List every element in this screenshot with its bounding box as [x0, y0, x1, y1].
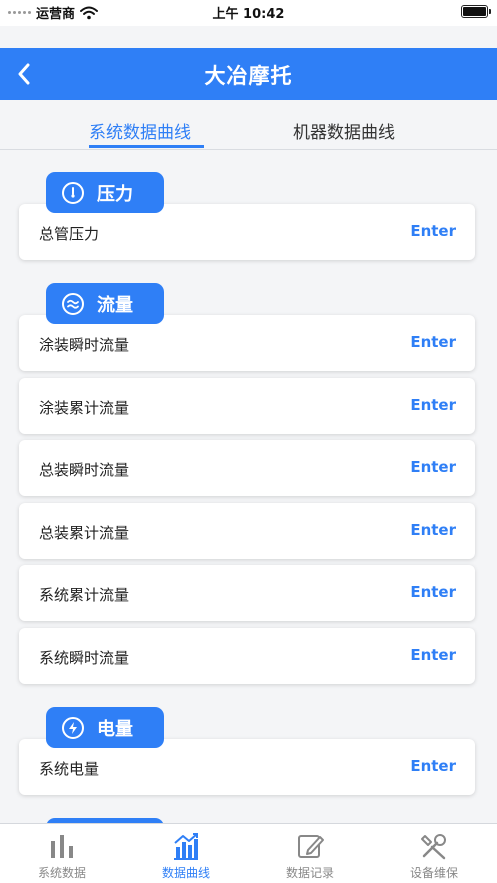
list-item-label: 总装瞬时流量	[39, 461, 130, 479]
list-item-label: 总管压力	[39, 225, 100, 243]
section-header-flow: 流量	[46, 283, 164, 324]
segment-tabs: 系统数据曲线 机器数据曲线	[0, 100, 497, 150]
enter-link[interactable]: Enter	[410, 396, 456, 414]
section-title: 流量	[97, 294, 133, 316]
section-list[interactable]: 压力 总管压力 Enter 流量 涂装瞬时流量 Enter 涂装累计流量 Ent…	[0, 151, 497, 823]
section-header-next	[46, 818, 164, 823]
enter-link[interactable]: Enter	[410, 222, 456, 240]
tabbar-label: 系统数据	[37, 866, 86, 880]
status-time: 上午 10:42	[212, 7, 285, 22]
enter-link[interactable]: Enter	[410, 521, 456, 539]
list-item-label: 系统累计流量	[39, 586, 130, 604]
tab-system-curve[interactable]: 系统数据曲线	[89, 118, 191, 143]
flow-wave-icon	[62, 292, 84, 315]
active-tab-indicator	[89, 145, 204, 148]
status-bar: 运营商 上午 10:42	[0, 0, 497, 26]
tabbar-item-system-data[interactable]: 系统数据	[0, 824, 124, 883]
list-item-label: 系统电量	[39, 760, 100, 778]
list-item-label: 总装累计流量	[39, 524, 130, 542]
lightning-icon	[62, 716, 84, 739]
list-item-assembly-cumulative-flow[interactable]: 总装累计流量 Enter	[19, 503, 475, 559]
tabbar-item-data-record[interactable]: 数据记录	[248, 824, 372, 883]
tools-icon	[421, 834, 446, 860]
tabbar-item-equipment-maintenance[interactable]: 设备维保	[372, 824, 496, 883]
section-title: 压力	[97, 183, 133, 205]
enter-link[interactable]: Enter	[410, 333, 456, 351]
list-item-label: 涂装累计流量	[39, 399, 130, 417]
enter-link[interactable]: Enter	[410, 583, 456, 601]
list-item-assembly-instant-flow[interactable]: 总装瞬时流量 Enter	[19, 440, 475, 496]
list-item-system-instant-flow[interactable]: 系统瞬时流量 Enter	[19, 628, 475, 684]
tabbar-item-data-curve[interactable]: 数据曲线	[124, 824, 248, 883]
list-item-label: 系统瞬时流量	[39, 649, 130, 667]
bar-chart-icon	[51, 835, 73, 858]
edit-record-icon	[298, 835, 324, 858]
enter-link[interactable]: Enter	[410, 646, 456, 664]
list-item-coating-cumulative-flow[interactable]: 涂装累计流量 Enter	[19, 378, 475, 434]
tabbar-label: 数据记录	[285, 866, 334, 880]
gauge-icon	[62, 181, 84, 204]
enter-link[interactable]: Enter	[410, 757, 456, 775]
section-header-pressure: 压力	[46, 172, 164, 213]
section-header-electricity: 电量	[46, 707, 164, 748]
list-item-label: 涂装瞬时流量	[39, 336, 130, 354]
section-title: 电量	[97, 718, 133, 740]
battery-icon	[461, 5, 491, 18]
nav-bar: 大冶摩托	[0, 48, 497, 100]
tab-machine-curve[interactable]: 机器数据曲线	[293, 118, 395, 143]
curve-chart-icon	[174, 833, 198, 860]
enter-link[interactable]: Enter	[410, 458, 456, 476]
page-title: 大冶摩托	[204, 64, 293, 88]
tabbar-label: 设备维保	[409, 866, 458, 880]
bottom-tab-bar: 系统数据 数据曲线 数据记录 设备维保	[0, 823, 497, 883]
list-item-system-cumulative-flow[interactable]: 系统累计流量 Enter	[19, 565, 475, 621]
tabbar-label: 数据曲线	[161, 866, 210, 880]
